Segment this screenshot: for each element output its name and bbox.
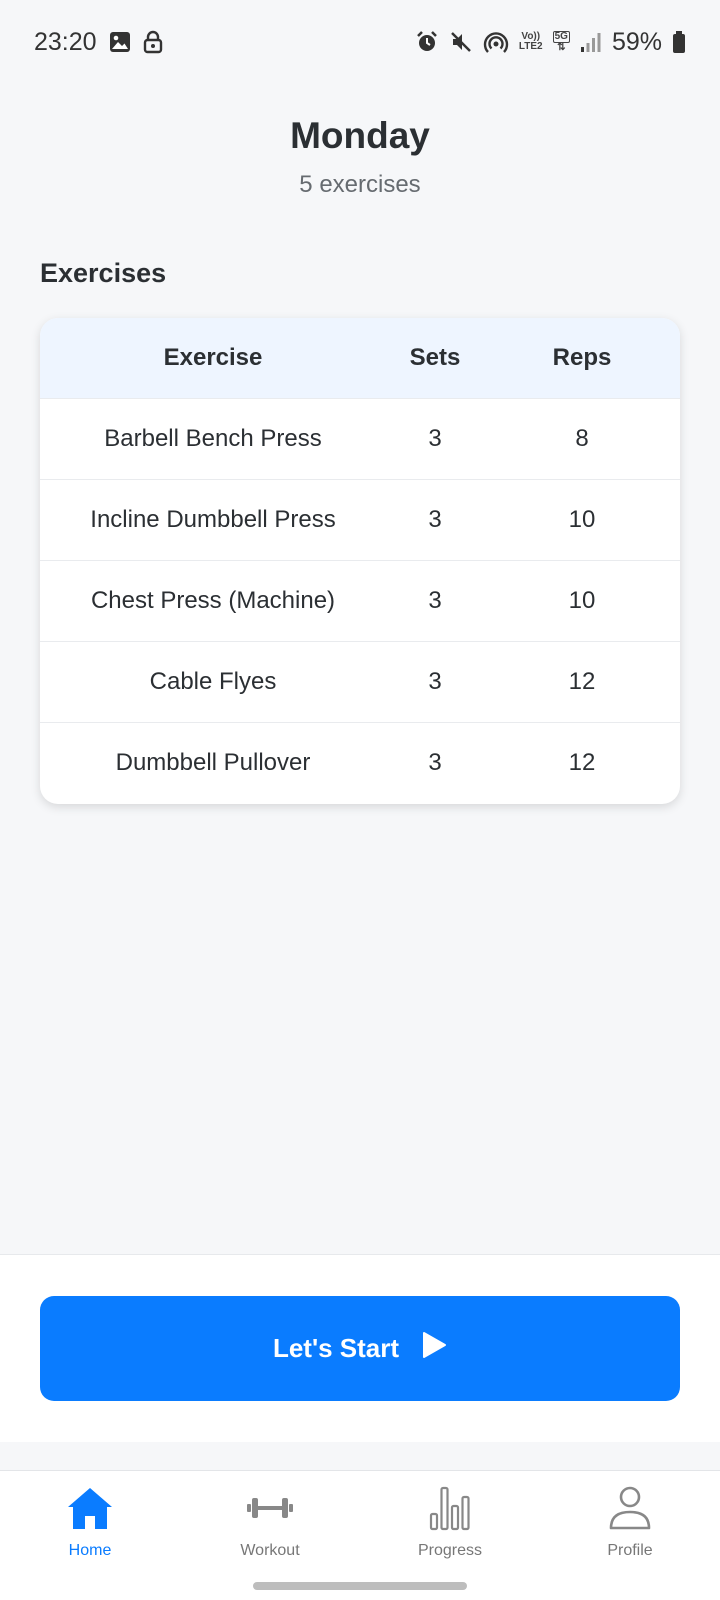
exercise-sets: 3 xyxy=(428,425,442,452)
table-row: Barbell Bench Press 3 8 xyxy=(40,398,680,479)
hotspot-icon xyxy=(483,29,509,55)
lock-icon xyxy=(143,30,163,54)
nav-label-workout: Workout xyxy=(240,1542,300,1559)
mute-icon xyxy=(449,30,473,54)
exercise-sets: 3 xyxy=(428,749,442,776)
table-row: Dumbbell Pullover 3 12 xyxy=(40,722,680,803)
5g-indicator: 5G ⇅ xyxy=(552,31,570,53)
exercise-table: Exercise Sets Reps Barbell Bench Press 3… xyxy=(40,318,680,804)
battery-percent: 59% xyxy=(611,27,662,56)
exercise-name: Incline Dumbbell Press xyxy=(90,506,336,533)
user-icon xyxy=(607,1485,653,1536)
status-time: 23:20 xyxy=(34,27,97,56)
bar-chart-icon xyxy=(427,1485,473,1536)
lte-label: LTE2 xyxy=(518,41,543,52)
battery-icon xyxy=(672,30,686,54)
page-title: Monday xyxy=(290,115,430,156)
nav-item-home[interactable]: Home xyxy=(20,1485,160,1560)
dumbbell-icon xyxy=(245,1485,295,1536)
exercise-name: Dumbbell Pullover xyxy=(115,749,311,776)
data-arrows-icon: ⇅ xyxy=(557,42,566,53)
action-panel: Let's Start xyxy=(0,1254,720,1442)
exercise-name: Barbell Bench Press xyxy=(104,425,322,452)
table-header-row: Exercise Sets Reps xyxy=(40,318,680,398)
column-header-sets: Sets xyxy=(409,344,461,371)
play-icon xyxy=(421,1331,447,1366)
nav-item-profile[interactable]: Profile xyxy=(560,1485,700,1560)
gesture-home-indicator[interactable] xyxy=(253,1582,467,1590)
exercise-reps: 12 xyxy=(568,668,596,695)
exercise-reps: 12 xyxy=(568,749,596,776)
status-bar: 23:20 Vo)) LTE2 5G ⇅ 59% xyxy=(0,0,720,84)
table-row: Cable Flyes 3 12 xyxy=(40,641,680,722)
volte-indicator: Vo)) LTE2 xyxy=(519,32,543,52)
exercise-sets: 3 xyxy=(428,506,442,533)
nav-label-profile: Profile xyxy=(607,1542,653,1559)
nav-item-progress[interactable]: Progress xyxy=(380,1485,520,1560)
exercise-name: Cable Flyes xyxy=(149,668,277,695)
section-title: Exercises xyxy=(40,258,167,288)
home-icon xyxy=(66,1485,114,1536)
alarm-icon xyxy=(415,30,439,54)
exercise-reps: 8 xyxy=(575,425,589,452)
exercise-count: 5 exercises xyxy=(299,171,421,198)
signal-icon xyxy=(580,31,602,53)
nav-item-workout[interactable]: Workout xyxy=(200,1485,340,1560)
exercise-sets: 3 xyxy=(428,587,442,614)
nav-label-progress: Progress xyxy=(417,1542,483,1559)
table-row: Chest Press (Machine) 3 10 xyxy=(40,560,680,641)
column-header-exercise: Exercise xyxy=(163,344,263,371)
exercise-sets: 3 xyxy=(428,668,442,695)
exercise-reps: 10 xyxy=(568,506,596,533)
start-workout-button[interactable]: Let's Start xyxy=(40,1296,680,1401)
bottom-nav: Home Workout Progress Profile xyxy=(0,1470,720,1600)
nav-label-home: Home xyxy=(68,1542,112,1559)
day-header: Monday 5 exercises xyxy=(0,115,720,199)
status-bar-left: 23:20 xyxy=(34,28,163,57)
gallery-icon xyxy=(109,31,131,53)
column-header-reps: Reps xyxy=(552,344,612,371)
start-button-label: Let's Start xyxy=(272,1333,400,1363)
exercise-reps: 10 xyxy=(568,587,596,614)
table-row: Incline Dumbbell Press 3 10 xyxy=(40,479,680,560)
status-bar-right: Vo)) LTE2 5G ⇅ 59% xyxy=(415,28,686,57)
exercise-name: Chest Press (Machine) xyxy=(90,587,336,614)
